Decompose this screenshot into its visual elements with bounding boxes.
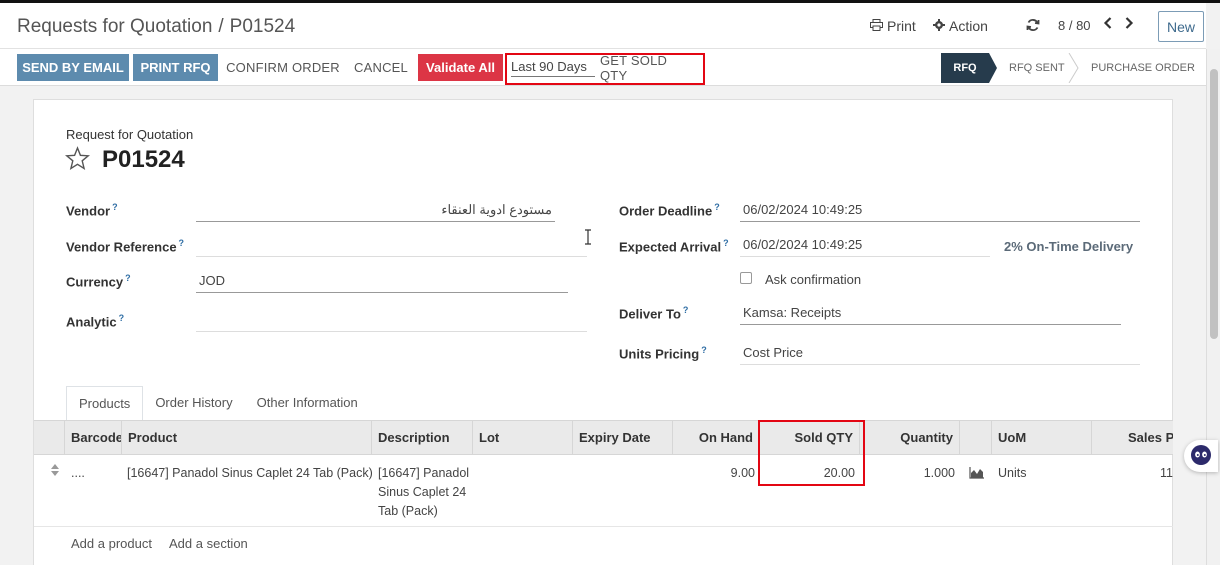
vendor-field[interactable]: مستودع ادوية العنقاء xyxy=(196,200,555,222)
column-description[interactable]: Description xyxy=(372,421,473,454)
text-cursor-icon xyxy=(584,229,592,248)
breadcrumb-current: P01524 xyxy=(229,16,296,37)
expected-arrival-label: Expected Arrival? xyxy=(619,238,729,255)
vendor-reference-field[interactable] xyxy=(196,235,587,257)
vendor-reference-label: Vendor Reference? xyxy=(66,238,185,255)
description-line: Tab (Pack) xyxy=(378,504,438,518)
column-expiry-date[interactable]: Expiry Date xyxy=(573,421,673,454)
cell-quantity: 1.000 xyxy=(923,466,955,480)
deliver-to-label: Deliver To? xyxy=(619,305,689,322)
cell-on-hand: 9.00 xyxy=(730,466,755,480)
add-section-link[interactable]: Add a section xyxy=(169,536,248,551)
cell-barcode: .... xyxy=(71,466,85,480)
description-line: Sinus Caplet 24 xyxy=(378,485,467,499)
chevron-left-icon[interactable] xyxy=(1103,16,1113,30)
table-header: Barcode Product Description Lot Expiry D… xyxy=(34,420,1173,455)
validate-all-button[interactable]: Validate All xyxy=(418,54,503,81)
breadcrumb: Requests for Quotation / P01524 xyxy=(17,16,295,38)
cancel-button[interactable]: CANCEL xyxy=(350,54,412,81)
add-line-row: Add a product Add a section xyxy=(34,527,1173,560)
cell-product: [16647] Panadol Sinus Caplet 24 Tab (Pac… xyxy=(127,466,373,480)
analytic-label: Analytic? xyxy=(66,313,125,330)
deliver-to-field[interactable]: Kamsa: Receipts xyxy=(740,303,1121,325)
cell-description: [16647] Panadol Sinus Caplet 24 Tab (Pac… xyxy=(378,464,474,521)
tab-other-information[interactable]: Other Information xyxy=(245,386,370,421)
cell-uom: Units xyxy=(998,466,1027,480)
description-line: [16647] Panadol xyxy=(378,466,470,480)
units-pricing-label: Units Pricing? xyxy=(619,345,707,362)
breadcrumb-separator: / xyxy=(218,16,224,37)
expected-arrival-field[interactable]: 06/02/2024 10:49:25 xyxy=(740,235,990,257)
on-time-delivery-badge[interactable]: 2% On-Time Delivery xyxy=(1004,239,1133,254)
action-button[interactable]: Action xyxy=(933,18,988,34)
status-purchase-order[interactable]: PURCHASE ORDER xyxy=(1091,53,1195,83)
scrollbar-thumb[interactable] xyxy=(1210,69,1218,339)
status-arrow xyxy=(989,53,997,83)
area-chart-icon[interactable] xyxy=(969,467,984,482)
refresh-icon[interactable] xyxy=(1026,18,1040,32)
pager-value[interactable]: 8 / 80 xyxy=(1058,18,1091,33)
order-deadline-label: Order Deadline? xyxy=(619,202,720,219)
get-sold-qty-button[interactable]: GET SOLD QTY xyxy=(600,53,698,83)
action-label: Action xyxy=(949,18,988,34)
chatbot-icon xyxy=(1190,444,1212,469)
ask-confirmation-checkbox[interactable] xyxy=(740,272,752,284)
print-label: Print xyxy=(887,18,916,34)
record-name: P01524 xyxy=(102,146,185,173)
chat-widget-button[interactable] xyxy=(1184,440,1218,472)
column-quantity[interactable]: Quantity xyxy=(860,421,960,454)
breadcrumb-parent[interactable]: Requests for Quotation xyxy=(17,16,212,37)
period-select[interactable]: Last 90 Days xyxy=(511,59,595,77)
action-bar: SEND BY EMAIL PRINT RFQ CONFIRM ORDER CA… xyxy=(0,49,1206,86)
control-panel: Requests for Quotation / P01524 Print Acti… xyxy=(0,3,1206,49)
units-pricing-field[interactable]: Cost Price xyxy=(740,343,1140,365)
handle-column xyxy=(34,421,65,454)
column-product[interactable]: Product xyxy=(122,421,372,454)
currency-field[interactable]: JOD xyxy=(196,271,568,293)
order-deadline-field[interactable]: 06/02/2024 10:49:25 xyxy=(740,200,1140,222)
analytic-field[interactable] xyxy=(196,310,587,332)
status-separator xyxy=(1068,53,1079,83)
sold-qty-highlight xyxy=(758,420,865,486)
chevron-right-icon[interactable] xyxy=(1124,16,1134,30)
tab-products[interactable]: Products xyxy=(66,386,144,421)
new-button[interactable]: New xyxy=(1158,11,1204,42)
form-subtitle: Request for Quotation xyxy=(66,127,194,142)
cell-sales-price: 11 xyxy=(1160,466,1173,480)
column-sales-price[interactable]: Sales Pr xyxy=(1092,421,1173,454)
printer-icon xyxy=(870,18,883,34)
drag-handle-icon[interactable] xyxy=(51,464,59,479)
star-icon[interactable] xyxy=(65,146,90,174)
notebook-tabs: Products Order History Other Information xyxy=(66,386,370,421)
column-uom[interactable]: UoM xyxy=(992,421,1092,454)
tab-order-history[interactable]: Order History xyxy=(143,386,244,421)
ask-confirmation-label: Ask confirmation xyxy=(765,272,862,287)
vendor-label: Vendor? xyxy=(66,202,118,219)
status-rfq-sent[interactable]: RFQ SENT xyxy=(1009,53,1065,83)
scrollbar[interactable] xyxy=(1206,49,1220,565)
print-button[interactable]: Print xyxy=(870,18,916,34)
currency-label: Currency? xyxy=(66,273,131,290)
column-lot[interactable]: Lot xyxy=(473,421,573,454)
print-rfq-button[interactable]: PRINT RFQ xyxy=(133,54,218,81)
add-product-link[interactable]: Add a product xyxy=(71,536,152,551)
column-on-hand[interactable]: On Hand xyxy=(673,421,760,454)
send-by-email-button[interactable]: SEND BY EMAIL xyxy=(17,54,129,81)
gear-icon xyxy=(933,18,945,34)
column-barcode[interactable]: Barcode xyxy=(65,421,122,454)
table-row[interactable]: .... [16647] Panadol Sinus Caplet 24 Tab… xyxy=(34,455,1173,527)
forecast-column xyxy=(960,421,992,454)
confirm-order-button[interactable]: CONFIRM ORDER xyxy=(224,54,342,81)
status-rfq[interactable]: RFQ xyxy=(941,53,989,83)
